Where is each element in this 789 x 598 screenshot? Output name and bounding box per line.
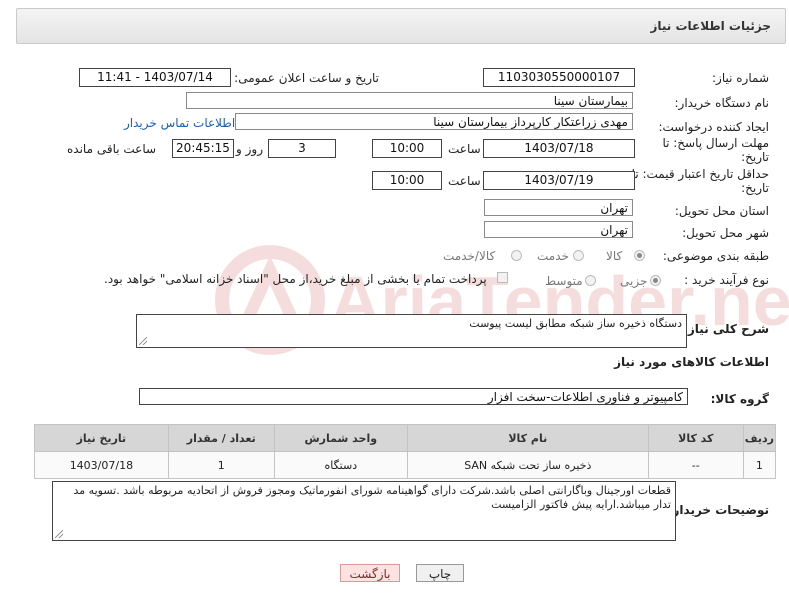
process-minor-radio[interactable] <box>650 275 661 286</box>
page-header: جزئیات اطلاعات نیاز <box>16 8 786 44</box>
requester-label: ایجاد کننده درخواست: <box>658 120 769 134</box>
announce-datetime-label: تاریخ و ساعت اعلان عمومی: <box>234 71 379 85</box>
items-table: ردیف کد کالا نام کالا واحد شمارش تعداد /… <box>34 424 777 479</box>
requester-field: مهدی زراعتکار کارپرداز بیمارستان سینا <box>235 113 633 130</box>
contact-buyer-link[interactable]: اطلاعات تماس خریدار <box>124 116 235 130</box>
table-row: 1 -- ذخیره ساز تحت شبکه SAN دستگاه 1 140… <box>34 451 777 479</box>
general-description-text: دستگاه ذخیره ساز شبکه مطابق لیست پیوست <box>469 317 682 330</box>
col-need-date: تاریخ نیاز <box>34 424 169 452</box>
cell-item-name: ذخیره ساز تحت شبکه SAN <box>406 451 649 479</box>
days-left-field: 3 <box>268 139 336 158</box>
province-field: تهران <box>484 199 633 216</box>
buyer-org-label: نام دستگاه خریدار: <box>674 96 770 110</box>
subject-service-radio[interactable] <box>573 250 584 261</box>
subject-category-label: طبقه بندی موضوعی: <box>662 249 769 263</box>
day-and-label: روز و <box>236 142 263 156</box>
goods-group-field: کامپیوتر و فناوری اطلاعات-سخت افزار <box>139 388 688 405</box>
city-label: شهر محل تحویل: <box>682 226 769 240</box>
resize-grip-icon[interactable] <box>55 530 63 538</box>
general-description-textarea[interactable]: دستگاه ذخیره ساز شبکه مطابق لیست پیوست <box>136 314 687 348</box>
goods-info-heading: اطلاعات کالاهای مورد نیاز <box>614 355 769 369</box>
col-quantity: تعداد / مقدار <box>167 424 275 452</box>
process-medium-radio[interactable] <box>585 275 596 286</box>
validity-date-field: 1403/07/19 <box>483 171 635 190</box>
announce-datetime-field: 1403/07/14 - 11:41 <box>79 68 231 87</box>
back-button[interactable]: بازگشت <box>340 564 400 582</box>
buyer-notes-textarea[interactable]: قطعات اورجینال وباگارانتی اصلی باشد.شرکت… <box>52 481 676 541</box>
cell-row-number: 1 <box>742 451 777 479</box>
treasury-payment-checkbox[interactable] <box>497 272 508 283</box>
reply-hour-label: ساعت <box>448 142 481 156</box>
resize-grip-icon[interactable] <box>139 337 147 345</box>
reply-date-field: 1403/07/18 <box>483 139 635 158</box>
goods-group-label: گروه کالا: <box>710 392 769 406</box>
subject-both-label: کالا/خدمت <box>443 249 496 263</box>
validity-hour-label: ساعت <box>448 174 481 188</box>
buyer-notes-label: توضیحات خریدار: <box>667 503 769 517</box>
table-header-row: ردیف کد کالا نام کالا واحد شمارش تعداد /… <box>34 424 777 452</box>
col-row-number: ردیف <box>742 424 777 452</box>
buyer-notes-text: قطعات اورجینال وباگارانتی اصلی باشد.شرکت… <box>73 484 671 511</box>
time-left-field: 20:45:15 <box>172 139 234 158</box>
general-description-label: شرح کلی نیاز: <box>683 322 769 336</box>
reply-deadline-label: مهلت ارسال پاسخ: تا <box>662 136 769 150</box>
cell-item-code: -- <box>647 451 744 479</box>
province-label: استان محل تحویل: <box>674 204 769 218</box>
col-item-name: نام کالا <box>406 424 649 452</box>
price-validity-label-2: تاریخ: <box>741 181 769 195</box>
validity-time-field: 10:00 <box>372 171 442 190</box>
cell-unit: دستگاه <box>273 451 408 479</box>
buyer-org-field: بیمارستان سینا <box>186 92 633 109</box>
col-unit: واحد شمارش <box>273 424 408 452</box>
need-number-field: 1103030550000107 <box>483 68 635 87</box>
subject-both-radio[interactable] <box>511 250 522 261</box>
cell-quantity: 1 <box>167 451 275 479</box>
print-button[interactable]: چاپ <box>416 564 464 582</box>
subject-goods-label: کالا <box>606 249 623 263</box>
subject-goods-radio[interactable] <box>634 250 645 261</box>
treasury-payment-note: پرداخت تمام یا بخشی از مبلغ خرید،از محل … <box>104 272 487 286</box>
purchase-process-label: نوع فرآیند خرید : <box>684 273 769 287</box>
reply-time-field: 10:00 <box>372 139 442 158</box>
need-number-label: شماره نیاز: <box>712 71 769 85</box>
cell-need-date: 1403/07/18 <box>34 451 169 479</box>
page-title: جزئیات اطلاعات نیاز <box>650 19 771 33</box>
price-validity-label: حداقل تاریخ اعتبار قیمت: تا <box>631 167 769 181</box>
process-minor-label: جزیی <box>620 274 648 288</box>
hours-remaining-label: ساعت باقی مانده <box>67 142 157 156</box>
city-field: تهران <box>484 221 633 238</box>
col-item-code: کد کالا <box>647 424 744 452</box>
reply-deadline-label-2: تاریخ: <box>741 150 769 164</box>
subject-service-label: خدمت <box>537 249 569 263</box>
process-medium-label: متوسط <box>545 274 583 288</box>
